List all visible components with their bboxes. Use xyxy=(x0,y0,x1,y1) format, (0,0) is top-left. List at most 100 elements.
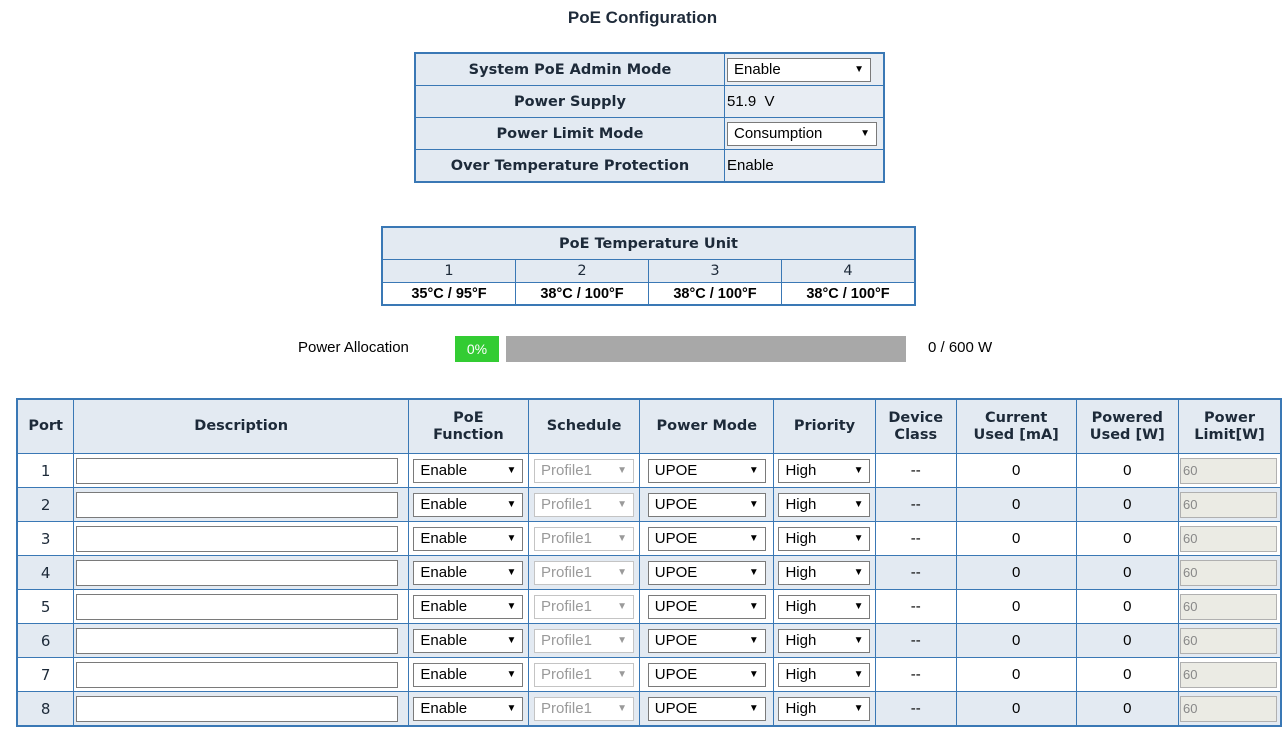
chevron-down-icon: ▼ xyxy=(748,703,759,714)
poe-function-select[interactable]: Enable ▼ xyxy=(413,594,524,619)
power-allocation-bar xyxy=(506,336,906,362)
power-mode-select[interactable]: UPOE ▼ xyxy=(647,492,766,517)
current-used: 0 xyxy=(955,487,1077,522)
schedule-cell: Profile1 ▼ xyxy=(527,453,641,488)
temp-unit-value: 35°C / 95°F xyxy=(381,282,516,306)
power-limit-input: 60 xyxy=(1179,457,1277,484)
chevron-down-icon: ▼ xyxy=(853,465,864,476)
powered-used: 0 xyxy=(1075,555,1179,590)
priority-select[interactable]: High ▼ xyxy=(778,560,871,585)
powered-used: 0 xyxy=(1075,623,1179,658)
description-input[interactable] xyxy=(76,627,399,654)
powered-used: 0 xyxy=(1075,453,1179,488)
temperature-title: PoE Temperature Unit xyxy=(381,226,916,260)
description-cell xyxy=(73,487,410,522)
table-row: 2 Enable ▼ Profile1 ▼ UPOE ▼ High ▼ -- 0 0 60 xyxy=(16,487,1282,522)
description-input[interactable] xyxy=(76,457,399,484)
poe-function-cell: Enable ▼ xyxy=(408,589,529,624)
priority-select[interactable]: High ▼ xyxy=(778,492,871,517)
table-row: 4 Enable ▼ Profile1 ▼ UPOE ▼ High ▼ -- 0 0 60 xyxy=(16,555,1282,590)
chevron-down-icon: ▼ xyxy=(860,128,870,139)
temperature-table: PoE Temperature Unit 1 2 3 4 35°C / 95°F… xyxy=(381,226,916,306)
priority-select[interactable]: High ▼ xyxy=(778,662,871,687)
description-input[interactable] xyxy=(76,559,399,586)
schedule-select: Profile1 ▼ xyxy=(534,560,635,585)
poe-function-cell: Enable ▼ xyxy=(408,657,529,692)
chevron-down-icon: ▼ xyxy=(506,601,517,612)
power-limit-input: 60 xyxy=(1179,593,1277,620)
power-mode-select[interactable]: UPOE ▼ xyxy=(647,696,766,721)
priority-select[interactable]: High ▼ xyxy=(778,628,871,653)
power-mode-select[interactable]: UPOE ▼ xyxy=(647,662,766,687)
priority-select[interactable]: High ▼ xyxy=(778,594,871,619)
power-limit-cell: 60 xyxy=(1177,657,1282,692)
chevron-down-icon: ▼ xyxy=(853,635,864,646)
table-row: 6 Enable ▼ Profile1 ▼ UPOE ▼ High ▼ -- 0 0 60 xyxy=(16,623,1282,658)
power-limit-label: Power Limit Mode xyxy=(414,117,725,150)
description-input[interactable] xyxy=(76,593,399,620)
schedule-cell: Profile1 ▼ xyxy=(527,487,641,522)
power-mode-select[interactable]: UPOE ▼ xyxy=(647,458,766,483)
priority-select[interactable]: High ▼ xyxy=(778,458,871,483)
poe-function-select[interactable]: Enable ▼ xyxy=(413,458,524,483)
schedule-select: Profile1 ▼ xyxy=(534,492,635,517)
poe-function-select[interactable]: Enable ▼ xyxy=(413,696,524,721)
chevron-down-icon: ▼ xyxy=(748,533,759,544)
chevron-down-icon: ▼ xyxy=(617,465,628,476)
power-mode-select[interactable]: UPOE ▼ xyxy=(647,560,766,585)
chevron-down-icon: ▼ xyxy=(617,635,628,646)
chevron-down-icon: ▼ xyxy=(506,465,517,476)
table-row: 8 Enable ▼ Profile1 ▼ UPOE ▼ High ▼ -- 0 0 60 xyxy=(16,691,1282,727)
col-powered-used-header: Powered Used [W] xyxy=(1075,398,1179,454)
priority-cell: High ▼ xyxy=(773,521,876,556)
priority-select[interactable]: High ▼ xyxy=(778,526,871,551)
power-mode-select[interactable]: UPOE ▼ xyxy=(647,526,766,551)
powered-used: 0 xyxy=(1075,691,1179,727)
poe-function-select[interactable]: Enable ▼ xyxy=(413,560,524,585)
description-cell xyxy=(73,589,410,624)
description-input[interactable] xyxy=(76,695,399,722)
power-mode-select[interactable]: UPOE ▼ xyxy=(647,628,766,653)
power-limit-input: 60 xyxy=(1179,491,1277,518)
admin-mode-select[interactable]: Enable ▼ xyxy=(727,57,871,82)
poe-function-select[interactable]: Enable ▼ xyxy=(413,492,524,517)
device-class: -- xyxy=(874,589,957,624)
poe-function-cell: Enable ▼ xyxy=(408,555,529,590)
power-mode-cell: UPOE ▼ xyxy=(639,657,775,692)
description-cell xyxy=(73,521,410,556)
chevron-down-icon: ▼ xyxy=(853,567,864,578)
schedule-cell: Profile1 ▼ xyxy=(527,555,641,590)
chevron-down-icon: ▼ xyxy=(617,601,628,612)
priority-cell: High ▼ xyxy=(773,657,876,692)
power-mode-cell: UPOE ▼ xyxy=(639,521,775,556)
port-number: 2 xyxy=(16,487,75,522)
chevron-down-icon: ▼ xyxy=(617,669,628,680)
description-input[interactable] xyxy=(76,661,399,688)
table-row: 5 Enable ▼ Profile1 ▼ UPOE ▼ High ▼ -- 0 0 60 xyxy=(16,589,1282,624)
power-limit-cell: 60 xyxy=(1177,555,1282,590)
chevron-down-icon: ▼ xyxy=(748,499,759,510)
schedule-select: Profile1 ▼ xyxy=(534,458,635,483)
power-mode-select[interactable]: UPOE ▼ xyxy=(647,594,766,619)
table-row: 7 Enable ▼ Profile1 ▼ UPOE ▼ High ▼ -- 0 0 60 xyxy=(16,657,1282,692)
description-cell xyxy=(73,623,410,658)
device-class: -- xyxy=(874,487,957,522)
current-used: 0 xyxy=(955,555,1077,590)
power-limit-input: 60 xyxy=(1179,627,1277,654)
poe-function-select[interactable]: Enable ▼ xyxy=(413,526,524,551)
priority-select[interactable]: High ▼ xyxy=(778,696,871,721)
current-used: 0 xyxy=(955,589,1077,624)
description-cell xyxy=(73,691,410,727)
schedule-select: Profile1 ▼ xyxy=(534,628,635,653)
col-poe-function-header: PoE Function xyxy=(408,398,529,454)
power-mode-cell: UPOE ▼ xyxy=(639,555,775,590)
poe-function-select[interactable]: Enable ▼ xyxy=(413,662,524,687)
description-input[interactable] xyxy=(76,491,399,518)
power-limit-select[interactable]: Consumption ▼ xyxy=(727,121,877,146)
description-input[interactable] xyxy=(76,525,399,552)
powered-used: 0 xyxy=(1075,521,1179,556)
priority-cell: High ▼ xyxy=(773,691,876,727)
chevron-down-icon: ▼ xyxy=(506,533,517,544)
power-allocation-value: 0 / 600 W xyxy=(928,339,993,356)
poe-function-select[interactable]: Enable ▼ xyxy=(413,628,524,653)
